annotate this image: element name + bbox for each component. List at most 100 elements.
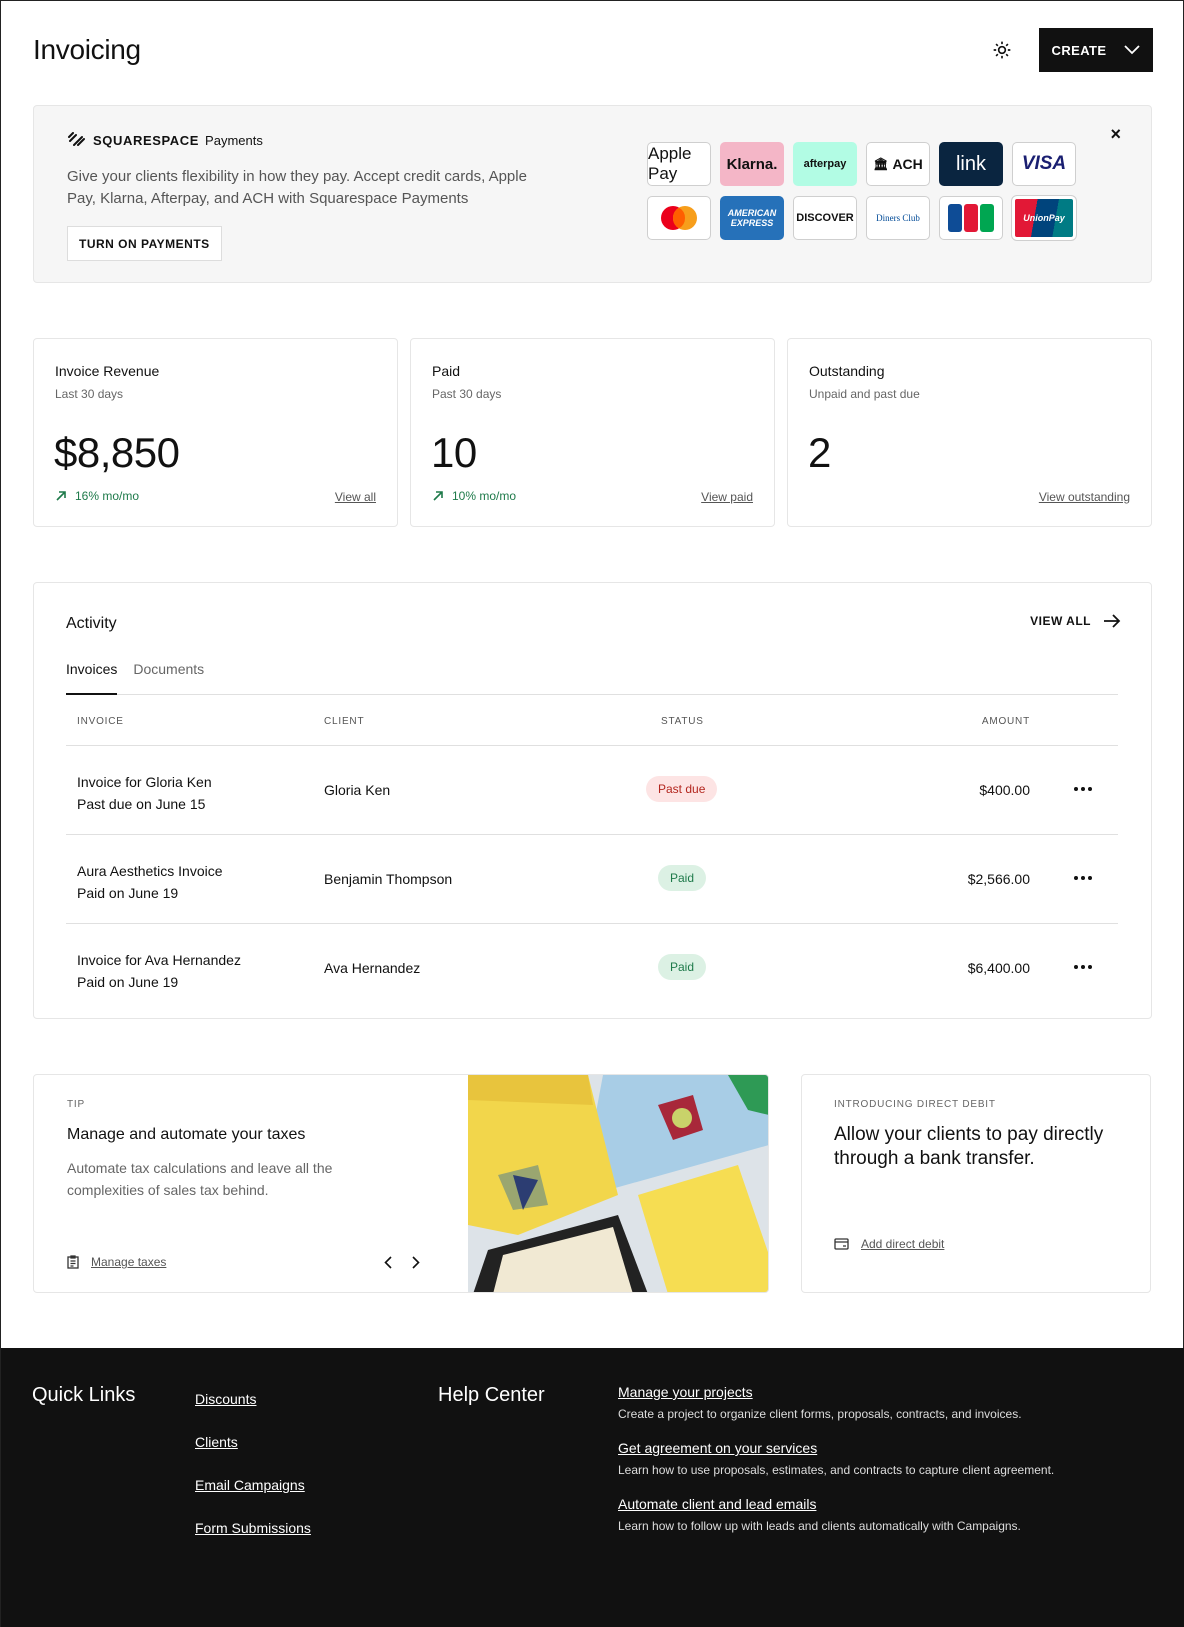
visa-logo: VISA xyxy=(1012,142,1076,186)
jcb-logo xyxy=(939,196,1003,240)
direct-debit-card: INTRODUCING DIRECT DEBIT Allow your clie… xyxy=(801,1074,1151,1293)
client-cell: Gloria Ken xyxy=(324,782,391,798)
close-icon: × xyxy=(1110,124,1121,144)
stat-title: Paid xyxy=(432,363,461,379)
help-link-get-agreement[interactable]: Get agreement on your services xyxy=(618,1440,1054,1456)
manage-taxes-link[interactable]: Manage taxes xyxy=(67,1255,166,1269)
squarespace-payments-logo: SQUARESPACE Payments xyxy=(67,132,263,148)
quick-links-title: Quick Links xyxy=(32,1384,136,1406)
page-title: Invoicing xyxy=(33,34,141,65)
settings-button[interactable] xyxy=(987,35,1017,65)
tab-documents[interactable]: Documents xyxy=(133,661,204,695)
activity-title: Activity xyxy=(66,615,117,632)
invoice-revenue-card: Invoice Revenue Last 30 days $8,850 16% … xyxy=(33,338,398,527)
amex-logo: AMERICAN EXPRESS xyxy=(720,196,784,240)
banner-text: Give your clients flexibility in how the… xyxy=(67,168,527,207)
arrow-up-right-icon xyxy=(433,491,443,501)
ach-logo: 🏛 ACH xyxy=(866,142,930,186)
amount-cell: $6,400.00 xyxy=(967,960,1030,976)
chevron-down-icon xyxy=(1124,45,1141,55)
quick-link-email-campaigns[interactable]: Email Campaigns xyxy=(195,1477,311,1493)
help-center-title: Help Center xyxy=(438,1384,545,1406)
page-header: Invoicing CREATE xyxy=(33,27,1153,73)
arrow-right-icon xyxy=(1104,614,1121,628)
stat-trend: 16% mo/mo xyxy=(55,489,139,503)
more-icon xyxy=(1074,876,1078,880)
invoice-name: Invoice for Ava Hernandez xyxy=(77,952,241,968)
quick-link-clients[interactable]: Clients xyxy=(195,1434,311,1450)
quick-links-list: Discounts Clients Email Campaigns Form S… xyxy=(195,1391,311,1536)
amount-cell: $2,566.00 xyxy=(967,871,1030,887)
chevron-right-icon xyxy=(412,1255,420,1269)
status-badge: Paid xyxy=(658,954,707,980)
arrow-up-right-icon xyxy=(56,491,66,501)
table-row[interactable]: Invoice for Ava Hernandez Paid on June 1… xyxy=(66,924,1118,1013)
activity-tabs: Invoices Documents xyxy=(66,661,1118,695)
next-button[interactable] xyxy=(407,1253,425,1271)
add-direct-debit-link[interactable]: Add direct debit xyxy=(834,1237,944,1251)
stat-subtitle: Last 30 days xyxy=(55,387,124,401)
view-all-button[interactable]: VIEW ALL xyxy=(1030,613,1121,629)
unionpay-logo: UnionPay xyxy=(1011,195,1077,241)
footer: Quick Links Discounts Clients Email Camp… xyxy=(1,1348,1184,1627)
bank-icon: 🏛 xyxy=(873,157,889,171)
help-center-list: Manage your projects Create a project to… xyxy=(618,1384,1054,1533)
discover-logo: DISCOVER xyxy=(793,196,857,240)
table-row[interactable]: Invoice for Gloria Ken Past due on June … xyxy=(66,746,1118,835)
previous-button[interactable] xyxy=(379,1253,397,1271)
activity-panel: Activity VIEW ALL Invoices Documents INV… xyxy=(33,582,1152,1019)
invoice-cell: Aura Aesthetics Invoice Paid on June 19 xyxy=(77,860,223,904)
client-cell: Benjamin Thompson xyxy=(324,871,453,887)
column-amount: AMOUNT xyxy=(981,716,1030,727)
quick-link-discounts[interactable]: Discounts xyxy=(195,1391,311,1407)
status-badge: Paid xyxy=(658,865,707,891)
help-link-manage-projects[interactable]: Manage your projects xyxy=(618,1384,1054,1400)
tip-illustration-image xyxy=(468,1075,768,1292)
header-actions: CREATE xyxy=(987,28,1153,72)
mastercard-logo xyxy=(647,196,711,240)
link-logo: link xyxy=(939,142,1003,186)
column-status: STATUS xyxy=(661,716,704,727)
squarespace-logo-icon xyxy=(68,132,85,146)
brand-name: SQUARESPACE xyxy=(93,132,200,148)
apple-pay-logo: Apple Pay xyxy=(647,142,711,186)
invoice-detail: Paid on June 19 xyxy=(77,885,179,901)
tab-invoices[interactable]: Invoices xyxy=(66,661,118,695)
invoice-detail: Paid on June 19 xyxy=(77,974,179,990)
brand-product: Payments xyxy=(205,132,263,148)
more-options-button[interactable] xyxy=(1070,865,1096,891)
invoice-name: Invoice for Gloria Ken xyxy=(77,774,212,790)
klarna-logo: Klarna. xyxy=(720,142,784,186)
invoice-cell: Invoice for Gloria Ken Past due on June … xyxy=(77,771,212,815)
more-options-button[interactable] xyxy=(1070,776,1096,802)
close-banner-button[interactable]: × xyxy=(1110,124,1121,145)
client-cell: Ava Hernandez xyxy=(324,960,421,976)
turn-on-payments-button[interactable]: TURN ON PAYMENTS xyxy=(67,226,222,261)
debit-title: Allow your clients to pay directly throu… xyxy=(834,1124,1104,1169)
column-client: CLIENT xyxy=(324,716,365,727)
view-paid-link[interactable]: View paid xyxy=(701,490,753,504)
amount-cell: $400.00 xyxy=(979,782,1030,798)
create-button[interactable]: CREATE xyxy=(1039,28,1153,72)
afterpay-logo: afterpay xyxy=(793,142,857,186)
tip-eyebrow: TIP xyxy=(67,1099,85,1110)
outstanding-card: Outstanding Unpaid and past due 2 View o… xyxy=(787,338,1152,527)
tip-body: Automate tax calculations and leave all … xyxy=(67,1160,333,1198)
help-link-automate-emails[interactable]: Automate client and lead emails xyxy=(618,1496,1054,1512)
quick-link-form-submissions[interactable]: Form Submissions xyxy=(195,1520,311,1536)
create-button-label: CREATE xyxy=(1051,42,1107,58)
status-badge: Past due xyxy=(646,776,718,802)
table-header: INVOICE CLIENT STATUS AMOUNT xyxy=(66,695,1118,746)
more-options-button[interactable] xyxy=(1070,954,1096,980)
stat-value: 10 xyxy=(431,429,477,476)
card-icon xyxy=(834,1238,849,1250)
view-outstanding-link[interactable]: View outstanding xyxy=(1039,490,1130,504)
invoices-table: INVOICE CLIENT STATUS AMOUNT Invoice for… xyxy=(66,695,1118,1013)
tip-carousel-nav xyxy=(379,1253,425,1271)
invoicing-page: Invoicing CREATE SQUARESPACE Payments Gi… xyxy=(0,0,1184,1627)
table-row[interactable]: Aura Aesthetics Invoice Paid on June 19 … xyxy=(66,835,1118,924)
view-all-link[interactable]: View all xyxy=(335,490,376,504)
help-description: Learn how to use proposals, estimates, a… xyxy=(618,1463,1055,1477)
stat-value: $8,850 xyxy=(54,429,180,476)
paid-card: Paid Past 30 days 10 10% mo/mo View paid xyxy=(410,338,775,527)
